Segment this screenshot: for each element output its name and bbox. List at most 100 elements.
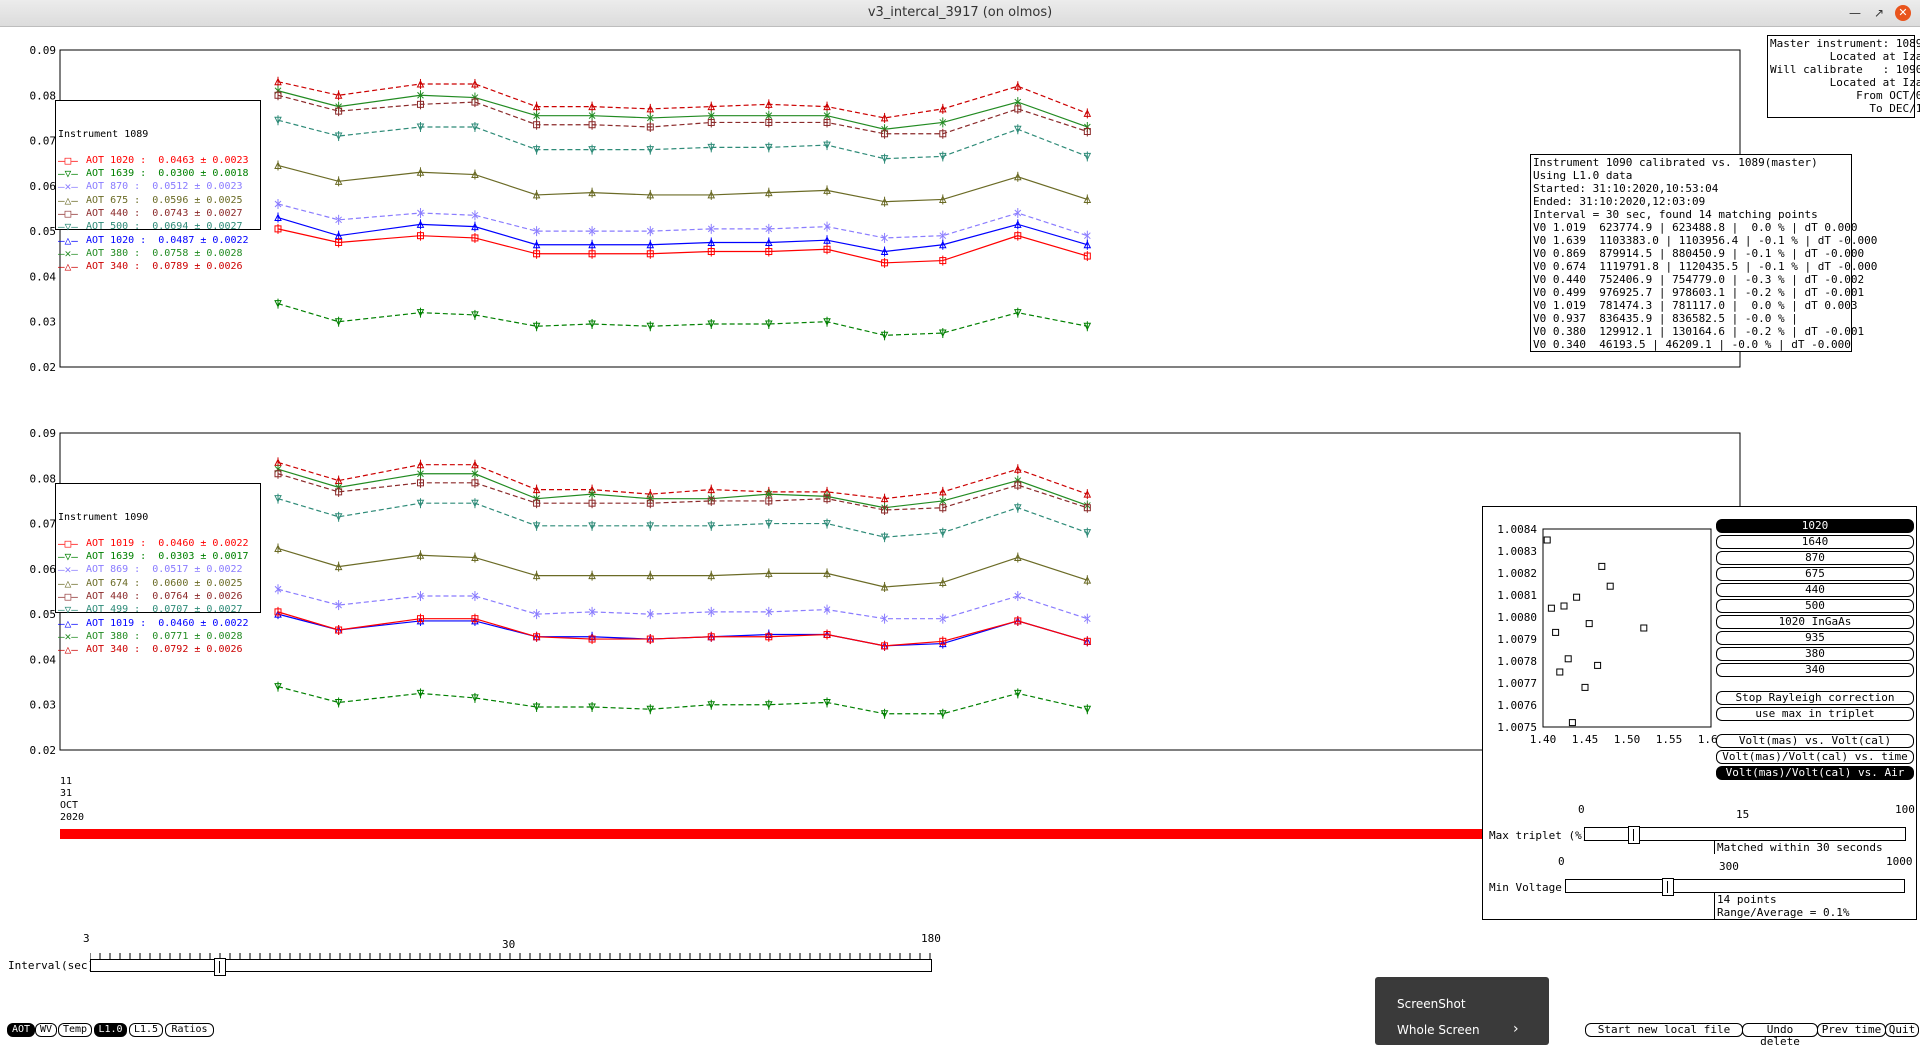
legend-instrument-1090: Instrument 1090 —□— AOT 1019 : 0.0460 ± 0…: [55, 483, 261, 656]
legend-item: —✕— AOT 380 : 0.0758 ± 0.0028: [58, 247, 258, 260]
wavelength-button[interactable]: 440: [1716, 583, 1914, 597]
quit-button[interactable]: Quit: [1885, 1023, 1919, 1037]
legend-item: —△— AOT 1020 : 0.0487 ± 0.0022: [58, 234, 258, 247]
y-tick-label: 1.0076: [1497, 699, 1537, 712]
window-titlebar: v3_intercal_3917 (on olmos) — ↗ ✕: [0, 0, 1920, 27]
legend-symbol-icon: —□—: [58, 207, 78, 221]
legend-item: —△— AOT 340 : 0.0792 ± 0.0026: [58, 643, 258, 656]
y-tick-label: 0.07: [30, 135, 57, 148]
master-info-box: Master instrument: 1089 Located at Izana…: [1767, 35, 1920, 118]
undo-delete-button[interactable]: Undo delete: [1742, 1023, 1818, 1048]
tab-l15[interactable]: L1.5: [129, 1023, 163, 1037]
legend-symbol-icon: —▽—: [58, 603, 78, 617]
y-tick-label: 0.03: [30, 699, 57, 712]
info-line: From OCT/06/2020: [1856, 89, 1920, 102]
right-control-panel: 1.0084 1.0083 1.0082 1.0081 1.0080 1.0079 1.00…: [1482, 506, 1917, 920]
y-tick-label: 1.0080: [1497, 611, 1537, 624]
legend-label: AOT 440 : 0.0743 ± 0.0027: [86, 208, 243, 220]
wavelength-button[interactable]: 500: [1716, 599, 1914, 613]
start-new-local-file-button[interactable]: Start new local file: [1585, 1023, 1743, 1037]
mode-volt-vs-volt-button[interactable]: Volt(mas) vs. Volt(cal): [1716, 734, 1914, 748]
mode-ratio-vs-time-button[interactable]: Volt(mas)/Volt(cal) vs. time: [1716, 750, 1914, 764]
info-line: Instrument 1090 calibrated vs. 1089(mast…: [1533, 156, 1818, 169]
series-line: [277, 547, 1088, 588]
legend-label: AOT 340 : 0.0789 ± 0.0026: [86, 261, 243, 273]
legend-symbol-icon: —□—: [58, 536, 78, 550]
legend-symbol-icon: —✕—: [58, 563, 78, 577]
legend-item: —□— AOT 1019 : 0.0460 ± 0.0022: [58, 537, 258, 550]
max-triplet-min: 0: [1578, 803, 1585, 816]
min-voltage-points: 14 points: [1717, 893, 1777, 906]
scatter-point: [1573, 593, 1581, 601]
scatter-point: [1543, 536, 1551, 544]
wavelength-button[interactable]: 1640: [1716, 535, 1914, 549]
scatter-point: [1606, 582, 1614, 590]
info-line: V0 1.019 781474.3 | 781117.0 | 0.0 % | d…: [1533, 299, 1858, 312]
legend-item: —✕— AOT 869 : 0.0517 ± 0.0022: [58, 563, 258, 576]
series-line: [277, 228, 1088, 264]
legend-label: AOT 499 : 0.0707 ± 0.0027: [86, 604, 243, 616]
min-voltage-slider-handle[interactable]: [1662, 878, 1675, 896]
wavelength-button[interactable]: 340: [1716, 663, 1914, 677]
stop-rayleigh-button[interactable]: Stop Rayleigh correction: [1716, 691, 1914, 705]
legend-label: AOT 1020 : 0.0487 ± 0.0022: [86, 234, 249, 246]
info-line: V0 1.019 623774.9 | 623488.8 | 0.0 % | d…: [1533, 221, 1858, 234]
tab-aot[interactable]: AOT: [7, 1023, 35, 1037]
info-line: Will calibrate : 1090: [1770, 63, 1920, 76]
chevron-right-icon: ›: [1513, 1021, 1519, 1037]
series-line: [277, 686, 1088, 715]
series-line: [277, 90, 1088, 130]
max-triplet-value-label: 15: [1736, 808, 1750, 821]
info-line: Started: 31:10:2020,10:53:04: [1533, 182, 1719, 195]
date-year: 2020: [60, 812, 85, 823]
legend-label: AOT 380 : 0.0771 ± 0.0028: [86, 630, 243, 642]
tab-ratios[interactable]: Ratios: [165, 1023, 214, 1037]
max-triplet-slider-handle[interactable]: [1628, 826, 1640, 844]
minimize-icon[interactable]: —: [1846, 4, 1864, 22]
mode-ratio-vs-airmass-button[interactable]: Volt(mas)/Volt(cal) vs. Air Mass: [1716, 766, 1914, 791]
info-line: Located at Izana: [1770, 76, 1920, 89]
tab-wv[interactable]: WV: [35, 1023, 57, 1037]
series-line: [277, 94, 1088, 135]
prev-time-button[interactable]: Prev time: [1817, 1023, 1886, 1037]
interval-min: 3: [83, 932, 90, 945]
scatter-point: [1640, 624, 1648, 632]
interval-max: 180: [921, 932, 941, 945]
interval-slider-handle[interactable]: [214, 958, 227, 976]
menu-item-whole-screen[interactable]: Whole Screen: [1397, 1023, 1480, 1037]
series-line: [277, 611, 1088, 647]
min-voltage-range: Range/Average = 0.1%: [1717, 906, 1850, 919]
y-tick-label: 0.02: [30, 744, 57, 757]
min-voltage-slider[interactable]: [1565, 878, 1905, 896]
y-tick-label: 0.08: [30, 472, 57, 485]
wavelength-button[interactable]: 380: [1716, 647, 1914, 661]
min-voltage-label: Min Voltage: [1489, 881, 1562, 894]
y-tick-label: 0.04: [30, 653, 57, 666]
series-line: [277, 461, 1088, 500]
legend-symbol-icon: —□—: [58, 153, 78, 167]
y-tick-label: 0.08: [30, 89, 57, 102]
wavelength-button[interactable]: 870: [1716, 551, 1914, 565]
interval-slider[interactable]: [90, 958, 932, 976]
close-icon[interactable]: ✕: [1895, 5, 1911, 21]
wavelength-button[interactable]: 675: [1716, 567, 1914, 581]
wavelength-button[interactable]: 1020 InGaAs: [1716, 615, 1914, 629]
use-max-triplet-button[interactable]: use max in triplet: [1716, 707, 1914, 721]
menu-item-screenshot[interactable]: ScreenShot: [1397, 997, 1466, 1011]
scatter-point: [1585, 620, 1593, 628]
y-tick-label: 1.0079: [1497, 633, 1537, 646]
wavelength-button[interactable]: 1020: [1716, 519, 1914, 533]
legend-symbol-icon: —▽—: [58, 167, 78, 181]
max-triplet-slider[interactable]: [1584, 826, 1906, 844]
chart1-svg: 0.09 0.08 0.07 0.06 0.05 0.04 0.03 0.02: [30, 44, 1741, 374]
legend-symbol-icon: —△—: [58, 233, 78, 247]
maximize-icon[interactable]: ↗: [1870, 4, 1888, 22]
y-tick-label: 1.0078: [1497, 655, 1537, 668]
min-voltage-notes: 14 points Range/Average = 0.1%: [1714, 893, 1849, 919]
tab-l10[interactable]: L1.0: [94, 1023, 127, 1037]
wavelength-button[interactable]: 935: [1716, 631, 1914, 645]
scatter-point: [1560, 602, 1568, 610]
time-range-bar[interactable]: [60, 829, 1482, 839]
tab-temp[interactable]: Temp: [58, 1023, 92, 1037]
chart-instrument-1089: 0.09 0.08 0.07 0.06 0.05 0.04 0.03 0.02: [0, 40, 1760, 380]
